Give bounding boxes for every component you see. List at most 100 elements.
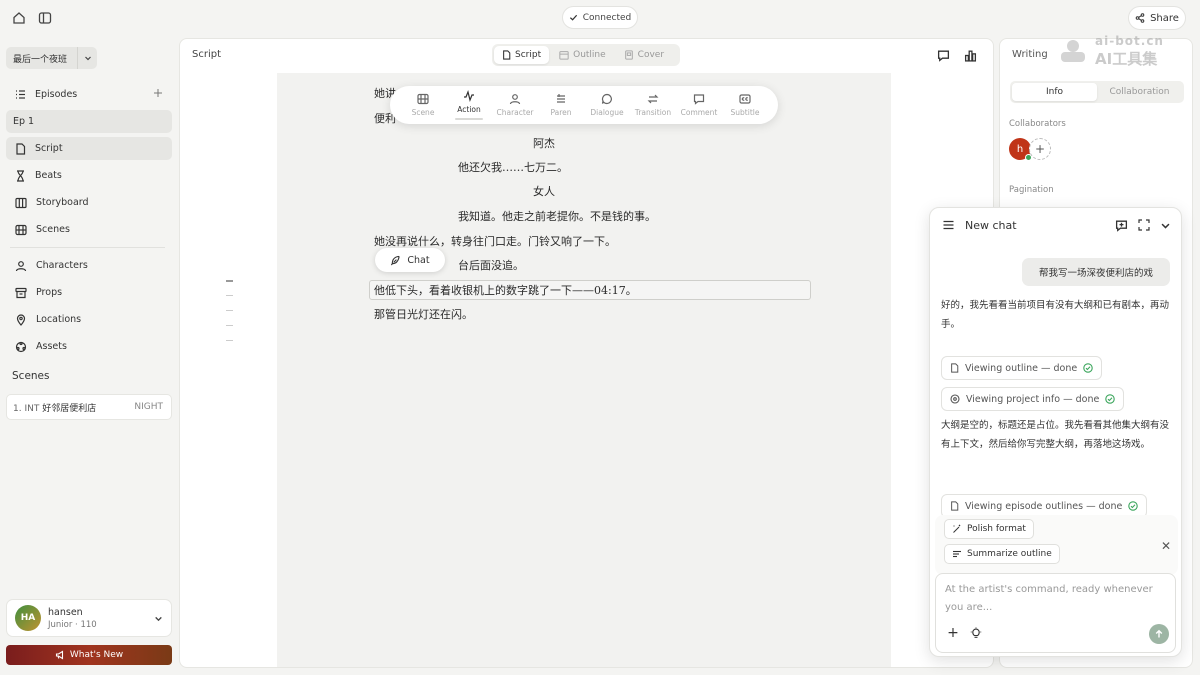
sidebar-item-props[interactable]: Props <box>6 281 172 304</box>
tool-call-chip[interactable]: Viewing project info — done <box>941 387 1125 411</box>
sidebar-item-script[interactable]: Script <box>6 137 172 160</box>
tool-transition[interactable]: Transition <box>630 93 676 117</box>
sidebar-item-storyboard[interactable]: Storyboard <box>6 191 172 214</box>
tab-info[interactable]: Info <box>1012 83 1097 101</box>
action-line[interactable]: 他低下头，看着收银机上的数字跳了一下——04:17。 <box>374 282 637 298</box>
chevron-down-icon[interactable] <box>154 614 163 623</box>
avatar: HA <box>15 605 41 631</box>
sidebar-item-ep1[interactable]: Ep 1 <box>6 110 172 133</box>
chat-panel: New chat 帮我写一场深夜便利店的戏 好的，我先看看当前项目有没有大纲和已… <box>929 207 1182 657</box>
dialogue-line[interactable]: 我知道。他走之前老提你。不是钱的事。 <box>458 208 656 224</box>
scene-time: NIGHT <box>134 402 163 412</box>
sidebar-item-label: Characters <box>36 260 88 271</box>
tool-comment[interactable]: Comment <box>676 93 722 117</box>
episode-label: Ep 1 <box>13 116 35 127</box>
script-page[interactable]: 她讲 便利 阿杰 他还欠我……七万二。 女人 我知道。他走之前老提你。不是钱的事… <box>277 73 891 667</box>
sidebar-toggle-icon[interactable] <box>36 9 54 27</box>
minimap-mark[interactable] <box>226 340 233 341</box>
sidebar-item-characters[interactable]: Characters <box>6 254 172 277</box>
tab-label: Cover <box>637 50 665 60</box>
user-icon <box>15 260 27 271</box>
chat-pill-button[interactable]: Chat <box>375 248 445 272</box>
sidebar-item-scenes[interactable]: Scenes <box>6 218 172 241</box>
sidebar-item-label: Props <box>36 287 63 298</box>
dialogue-line[interactable]: 他还欠我……七万二。 <box>458 159 568 175</box>
magic-wand-icon <box>953 524 961 533</box>
user-level: Junior · 110 <box>48 619 97 630</box>
assets-icon <box>15 341 27 352</box>
chevron-down-icon[interactable] <box>1160 220 1171 231</box>
tool-label: Comment <box>680 108 718 117</box>
sidebar-item-label: Beats <box>35 170 62 181</box>
new-chat-icon[interactable] <box>1115 219 1128 232</box>
user-icon <box>509 94 521 105</box>
tool-call-label: Viewing project info — done <box>966 393 1100 405</box>
character-cue[interactable]: 阿杰 <box>533 135 555 151</box>
sidebar-item-locations[interactable]: Locations <box>6 308 172 331</box>
character-cue[interactable]: 女人 <box>533 183 555 199</box>
whats-new-button[interactable]: What's New <box>6 645 172 665</box>
comment-icon[interactable] <box>935 47 951 63</box>
suggestion-summarize-outline[interactable]: Summarize outline <box>944 544 1060 564</box>
hourglass-icon <box>17 169 24 182</box>
user-card[interactable]: HA hansen Junior · 110 <box>6 599 172 637</box>
assistant-message: 好的，我先看看当前项目有没有大纲和已有剧本，再动手。 <box>941 300 1170 330</box>
collaborators-label: Collaborators <box>1009 119 1066 129</box>
expand-icon[interactable] <box>1138 219 1150 231</box>
action-line[interactable]: 她没再说什么，转身往门口走。门铃又响了一下。 <box>374 233 616 249</box>
chat-title: New chat <box>965 218 1017 232</box>
minimap-mark[interactable] <box>226 325 233 326</box>
add-collaborator-button[interactable]: + <box>1029 138 1051 160</box>
activity-icon <box>464 90 474 102</box>
tool-dialogue[interactable]: Dialogue <box>584 93 630 117</box>
megaphone-icon <box>55 650 63 660</box>
user-message: 帮我写一场深夜便利店的戏 <box>1022 258 1170 286</box>
check-circle-icon <box>1083 363 1093 373</box>
menu-icon[interactable] <box>942 219 955 231</box>
tool-subtitle[interactable]: Subtitle <box>722 93 768 117</box>
lightbulb-icon[interactable] <box>969 626 983 640</box>
chevron-down-icon[interactable] <box>77 47 97 69</box>
send-button[interactable] <box>1149 624 1169 644</box>
tool-call-chip[interactable]: Viewing outline — done <box>941 356 1103 380</box>
tool-paren[interactable]: Paren <box>538 93 584 117</box>
tool-character[interactable]: Character <box>492 93 538 117</box>
calendar-icon <box>559 51 569 60</box>
minimap-mark[interactable] <box>226 310 233 311</box>
sidebar-item-episodes[interactable]: Episodes <box>6 83 172 106</box>
project-selector[interactable]: 最后一个夜班 <box>6 47 97 69</box>
chat-input[interactable] <box>945 581 1165 621</box>
tab-script[interactable]: Script <box>494 46 550 64</box>
action-line[interactable]: 台后面没追。 <box>458 257 524 273</box>
sidebar-item-assets[interactable]: Assets <box>6 335 172 358</box>
chat-pill-label: Chat <box>407 254 430 266</box>
check-circle-icon <box>1128 501 1139 511</box>
action-line[interactable]: 那管日光灯还在闪。 <box>374 306 473 322</box>
file-icon <box>16 142 26 155</box>
stats-icon[interactable] <box>962 47 978 63</box>
tab-collaboration[interactable]: Collaboration <box>1097 83 1182 101</box>
tool-scene[interactable]: Scene <box>400 93 446 117</box>
scene-card[interactable]: 1. INT 好邻居便利店 NIGHT <box>6 394 172 420</box>
add-episode-icon[interactable] <box>153 88 163 101</box>
sidebar-item-label: Episodes <box>35 89 78 100</box>
minimap-mark[interactable] <box>226 280 233 282</box>
sidebar-item-beats[interactable]: Beats <box>6 164 172 187</box>
tab-cover[interactable]: Cover <box>616 46 672 64</box>
tool-label: Scene <box>411 108 435 117</box>
share-icon <box>1135 13 1145 23</box>
home-icon[interactable] <box>10 9 28 27</box>
tool-call-label: Viewing outline — done <box>965 362 1078 374</box>
suggestion-polish-format[interactable]: Polish format <box>944 519 1034 539</box>
tab-outline[interactable]: Outline <box>551 46 614 64</box>
add-attachment-icon[interactable]: + <box>946 625 960 641</box>
box-icon <box>15 287 27 298</box>
close-icon[interactable]: ✕ <box>1161 539 1171 553</box>
tool-action[interactable]: Action <box>446 90 492 120</box>
minimap-mark[interactable] <box>226 295 233 296</box>
tool-label: Dialogue <box>590 108 624 117</box>
script-editor-panel: Script Script Outline Cover 她讲 便利 阿杰 他还欠… <box>179 38 994 668</box>
tool-call-label: Viewing episode outlines — done <box>965 500 1123 512</box>
panel-title: Writing <box>1012 49 1048 60</box>
share-button[interactable]: Share <box>1128 6 1186 30</box>
